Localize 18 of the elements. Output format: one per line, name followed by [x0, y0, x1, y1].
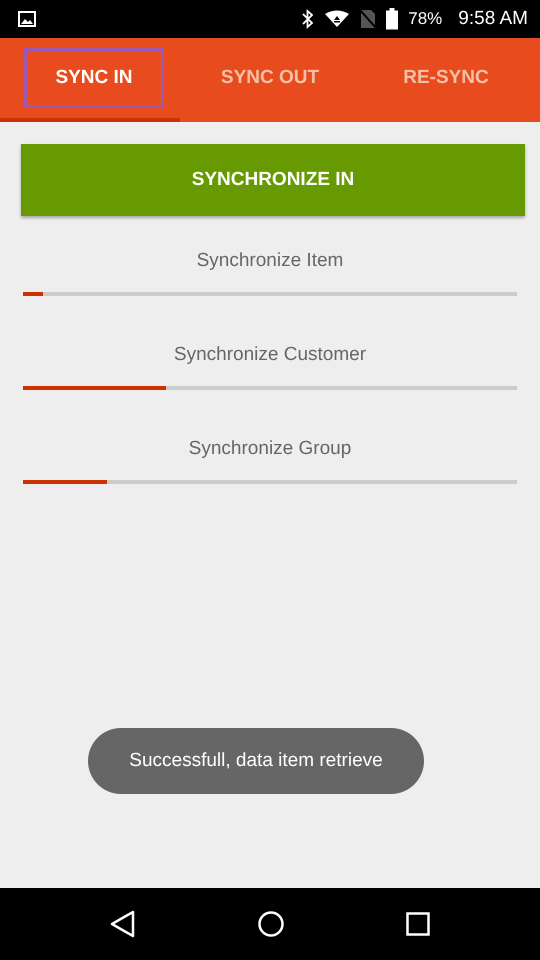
recents-icon[interactable]	[406, 912, 430, 936]
toast: Successfull, data item retrieve	[88, 728, 424, 794]
wifi-icon	[324, 10, 350, 28]
back-icon[interactable]	[110, 910, 136, 938]
synchronize-button[interactable]: SYNCHRONIZE IN	[21, 144, 525, 216]
battery-percent: 78%	[408, 9, 442, 29]
bluetooth-icon	[302, 9, 314, 29]
battery-icon	[386, 8, 398, 30]
image-icon	[18, 11, 36, 27]
tab[interactable]: SYNC OUT	[200, 48, 340, 108]
progress-label: Synchronize Item	[196, 250, 344, 272]
home-icon[interactable]	[256, 910, 285, 938]
progress-label: Synchronize Group	[188, 438, 352, 460]
no-sim-icon	[360, 9, 376, 29]
tab[interactable]: SYNC IN	[24, 48, 164, 108]
clock: 9:58 AM	[458, 8, 528, 30]
tab[interactable]: RE-SYNC	[376, 48, 516, 108]
progress-label: Synchronize Customer	[174, 344, 366, 366]
